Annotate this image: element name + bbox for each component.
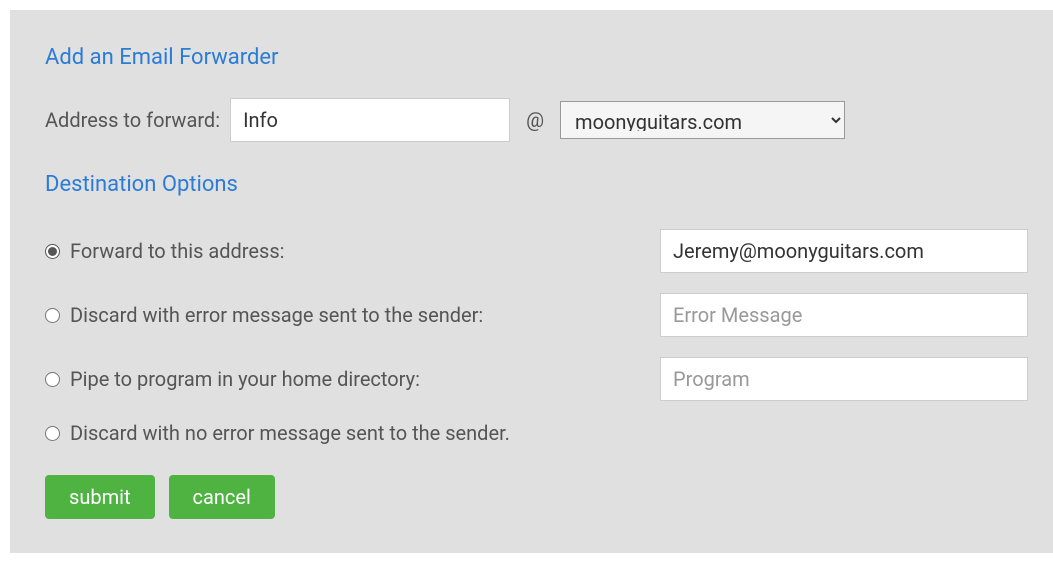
label-pipe[interactable]: Pipe to program in your home directory: <box>70 367 420 391</box>
label-discard-error[interactable]: Discard with error message sent to the s… <box>70 303 483 327</box>
option-discard-silent-left: Discard with no error message sent to th… <box>45 421 510 445</box>
email-forwarder-panel: Add an Email Forwarder Address to forwar… <box>10 10 1053 553</box>
option-pipe-left: Pipe to program in your home directory: <box>45 367 420 391</box>
option-forward-left: Forward to this address: <box>45 239 284 263</box>
cancel-button[interactable]: cancel <box>169 475 275 519</box>
destination-title: Destination Options <box>45 172 1028 197</box>
address-label: Address to forward: <box>45 108 220 132</box>
section-title: Add an Email Forwarder <box>45 45 1028 70</box>
option-pipe-row: Pipe to program in your home directory: <box>45 357 1028 401</box>
radio-discard-silent[interactable] <box>45 426 60 441</box>
submit-button[interactable]: submit <box>45 475 155 519</box>
at-symbol: @ <box>526 108 544 132</box>
label-forward[interactable]: Forward to this address: <box>70 239 284 263</box>
domain-select[interactable]: moonyguitars.com <box>560 101 845 139</box>
radio-discard-error[interactable] <box>45 308 60 323</box>
option-discard-error-row: Discard with error message sent to the s… <box>45 293 1028 337</box>
radio-pipe[interactable] <box>45 372 60 387</box>
forward-address-input[interactable] <box>660 229 1028 273</box>
radio-forward[interactable] <box>45 244 60 259</box>
option-discard-error-left: Discard with error message sent to the s… <box>45 303 483 327</box>
option-discard-silent-row: Discard with no error message sent to th… <box>45 421 1028 445</box>
program-input[interactable] <box>660 357 1028 401</box>
button-row: submit cancel <box>45 475 1028 519</box>
option-forward-row: Forward to this address: <box>45 229 1028 273</box>
error-message-input[interactable] <box>660 293 1028 337</box>
label-discard-silent[interactable]: Discard with no error message sent to th… <box>70 421 510 445</box>
address-row: Address to forward: @ moonyguitars.com <box>45 98 1028 142</box>
address-input[interactable] <box>230 98 510 142</box>
